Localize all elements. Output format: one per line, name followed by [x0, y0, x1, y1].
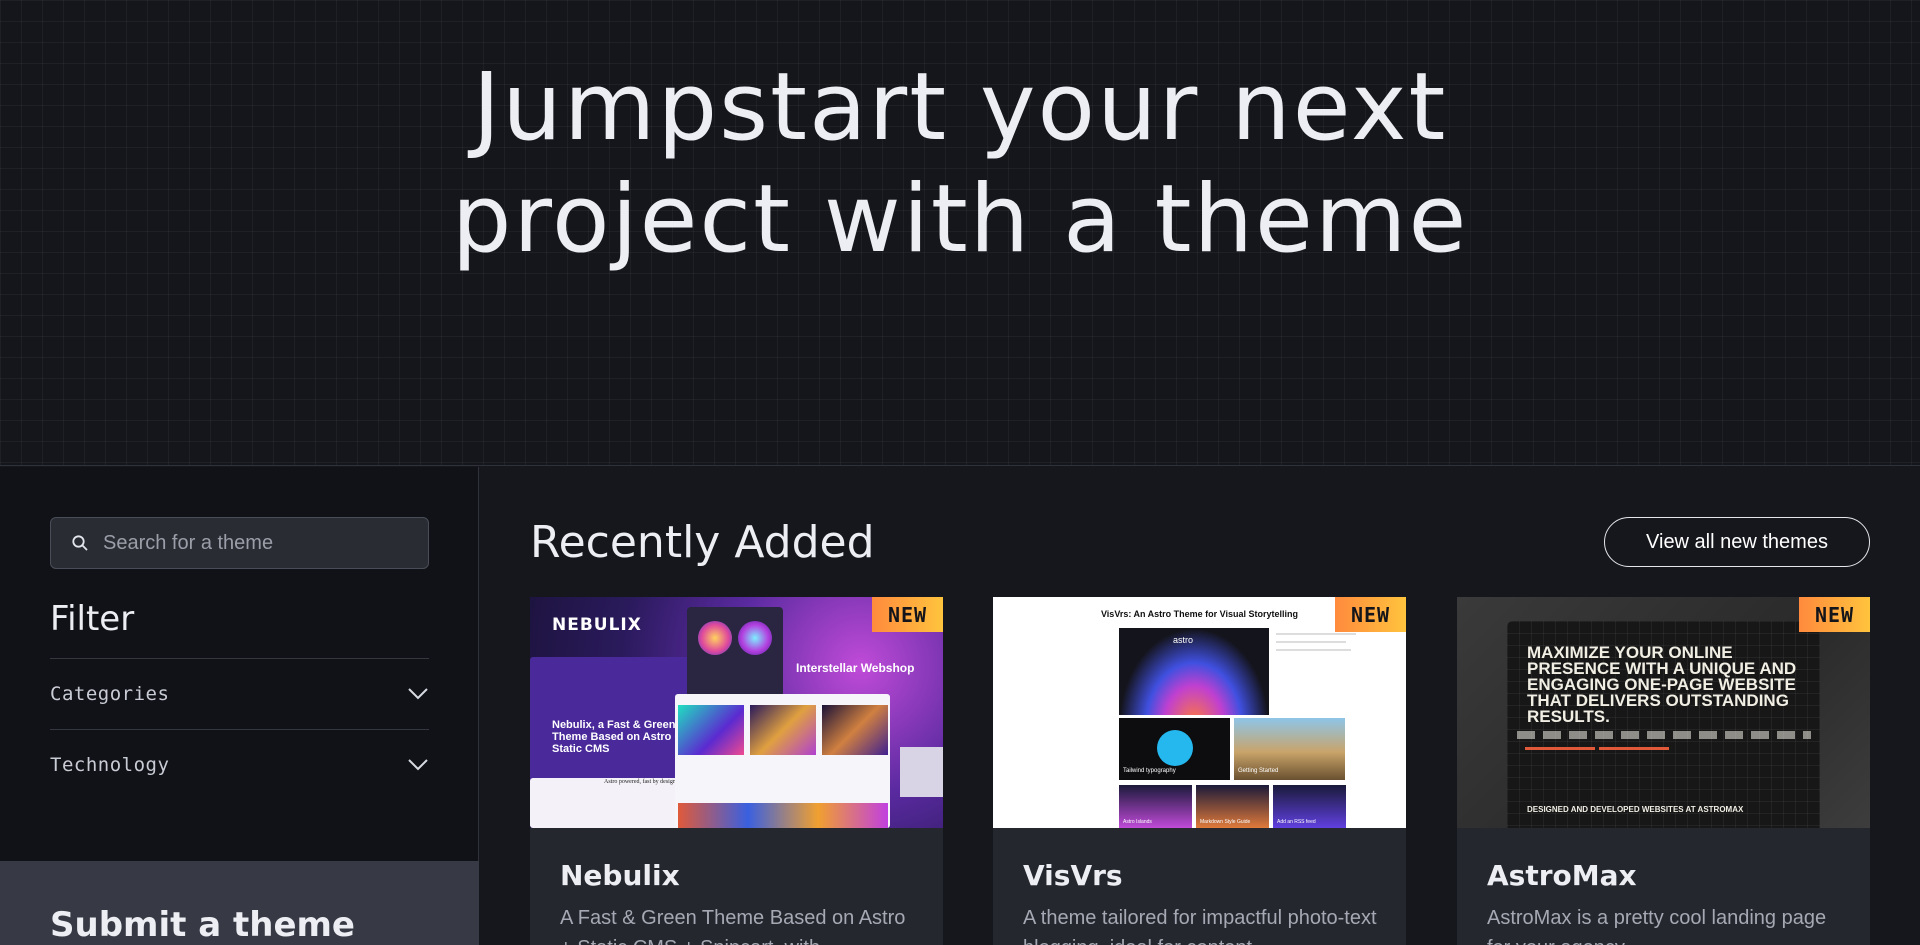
thumbnail-product-image [678, 705, 744, 755]
theme-card-description: A Fast & Green Theme Based on Astro + St… [560, 907, 906, 945]
filter-categories-label: Categories [50, 682, 170, 705]
submit-theme-panel: Submit a theme [0, 861, 479, 945]
thumbnail-tagline: Astro powered, fast by design [604, 779, 676, 785]
thumbnail-tile-label: Tailwind typography [1123, 768, 1176, 774]
thumbnail-product-image [822, 705, 888, 755]
filter-technology-label: Technology [50, 753, 170, 776]
thumbnail-planet [698, 621, 732, 655]
thumbnail-side-panel [900, 747, 943, 797]
theme-card-description: AstroMax is a pretty cool landing page f… [1487, 907, 1827, 945]
hero-title-line1: Jumpstart your next [472, 53, 1448, 162]
search-input[interactable] [103, 531, 403, 555]
theme-card-visvrs[interactable]: VisVrs: An Astro Theme for Visual Storyt… [993, 597, 1406, 945]
thumbnail-text-line [1276, 633, 1356, 635]
theme-card-astromax[interactable]: Maximize your online presence with a uni… [1457, 597, 1870, 945]
chevron-down-icon [407, 758, 429, 772]
chevron-down-icon [407, 687, 429, 701]
theme-card-nebulix[interactable]: NEBULIX Nebulix, a Fast & Green Theme Ba… [530, 597, 943, 945]
thumbnail-tile-label: Add an RSS feed [1277, 819, 1316, 825]
thumbnail-tile-label: Markdown Style Guide [1200, 819, 1251, 825]
thumbnail-hero-image [1119, 628, 1269, 715]
thumbnail-headline: Nebulix, a Fast & Green Theme Based on A… [552, 719, 681, 755]
thumbnail-tile-label: Astro Islands [1123, 819, 1152, 825]
filter-heading: Filter [50, 599, 135, 639]
filter-categories[interactable]: Categories [50, 658, 429, 728]
thumbnail-product-image [750, 705, 816, 755]
filter-technology[interactable]: Technology [50, 729, 429, 799]
theme-card-title[interactable]: AstroMax [1487, 859, 1637, 892]
section-title: Recently Added [530, 517, 875, 568]
new-badge: NEW [1335, 597, 1406, 632]
thumbnail-text-line [1276, 649, 1351, 651]
thumbnail-avatar [1157, 730, 1193, 766]
thumbnail-product-row [678, 803, 888, 828]
submit-theme-title[interactable]: Submit a theme [50, 905, 355, 945]
thumbnail-footer: DESIGNED AND DEVELOPED WEBSITES AT ASTRO… [1527, 805, 1744, 814]
new-badge: NEW [1799, 597, 1870, 632]
thumbnail-lower-panel [530, 778, 695, 828]
astro-logo: astro [1173, 635, 1194, 645]
theme-card-description: A theme tailored for impactful photo-tex… [1023, 907, 1377, 945]
thumbnail-marquee [1517, 731, 1811, 739]
thumbnail-accent-line [1599, 747, 1669, 750]
thumbnail-headline: Maximize your online presence with a uni… [1527, 643, 1797, 726]
thumbnail-planet [738, 621, 772, 655]
hero-title: Jumpstart your next project with a theme [0, 52, 1920, 276]
hero-section: Jumpstart your next project with a theme [0, 0, 1920, 466]
new-badge: NEW [872, 597, 943, 632]
theme-card-title[interactable]: VisVrs [1023, 859, 1123, 892]
sidebar: Filter Categories Technology Submit a th… [0, 467, 479, 945]
thumbnail-text-line [1276, 641, 1346, 643]
thumbnail-tile-label: Getting Started [1238, 768, 1279, 774]
thumbnail-shop-title: Interstellar Webshop [796, 661, 915, 675]
nebulix-logo: NEBULIX [552, 615, 642, 635]
hero-title-line2: project with a theme [451, 165, 1469, 274]
main-content: Recently Added View all new themes NEBUL… [480, 467, 1920, 945]
theme-card-title[interactable]: Nebulix [560, 859, 680, 892]
search-box[interactable] [50, 517, 429, 569]
search-icon [71, 534, 89, 552]
thumbnail-accent-line [1525, 747, 1595, 750]
view-all-new-themes-button[interactable]: View all new themes [1604, 517, 1870, 567]
